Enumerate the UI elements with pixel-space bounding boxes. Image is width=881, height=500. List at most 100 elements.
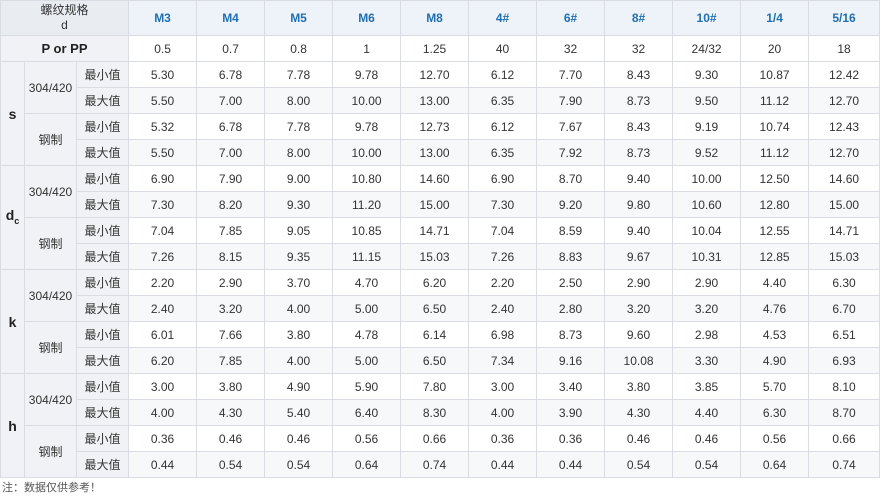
size-header: M6 (332, 0, 402, 36)
value-cell: 6.35 (468, 139, 538, 166)
value-cell: 2.50 (536, 269, 606, 296)
value-cell: 14.60 (808, 165, 881, 192)
size-header: 6# (536, 0, 606, 36)
value-cell: 10.80 (332, 165, 402, 192)
value-cell: 9.67 (604, 243, 674, 270)
value-cell: 4.00 (128, 399, 198, 426)
value-cell: 9.16 (536, 347, 606, 374)
material-label: 304/420 (24, 61, 77, 114)
value-cell: 6.14 (400, 321, 470, 348)
bound-label: 最小值 (75, 61, 130, 88)
size-header: M4 (196, 0, 266, 36)
value-cell: 3.80 (604, 373, 674, 400)
pitch-value: 18 (808, 35, 881, 62)
bound-label: 最大值 (75, 399, 130, 426)
value-cell: 3.00 (468, 373, 538, 400)
value-cell: 8.73 (536, 321, 606, 348)
value-cell: 6.98 (468, 321, 538, 348)
value-cell: 9.30 (672, 61, 742, 88)
value-cell: 3.80 (196, 373, 266, 400)
bound-label: 最大值 (75, 243, 130, 270)
value-cell: 10.74 (740, 113, 810, 140)
pitch-value: 1.25 (400, 35, 470, 62)
size-header: 10# (672, 0, 742, 36)
value-cell: 8.00 (264, 87, 334, 114)
value-cell: 15.03 (808, 243, 881, 270)
value-cell: 2.20 (128, 269, 198, 296)
value-cell: 12.42 (808, 61, 881, 88)
value-cell: 9.40 (604, 165, 674, 192)
value-cell: 8.70 (536, 165, 606, 192)
value-cell: 7.00 (196, 139, 266, 166)
value-cell: 6.51 (808, 321, 881, 348)
pitch-value: 40 (468, 35, 538, 62)
table-row: 最大值 5.50 7.00 8.00 10.00 13.00 6.35 7.92 8.73 9.5… (1, 139, 881, 166)
value-cell: 8.00 (264, 139, 334, 166)
value-cell: 13.00 (400, 139, 470, 166)
value-cell: 6.30 (808, 269, 881, 296)
value-cell: 15.00 (808, 191, 881, 218)
pitch-label: P or PP (0, 35, 130, 62)
value-cell: 2.80 (536, 295, 606, 322)
value-cell: 8.43 (604, 113, 674, 140)
value-cell: 6.20 (128, 347, 198, 374)
table-row: 最大值 5.50 7.00 8.00 10.00 13.00 6.35 7.90 8.73 9.5… (1, 87, 881, 114)
table-row: 钢制 最小值 6.01 7.66 3.80 4.78 6.14 6.98 8.73 9.60 2.9… (1, 321, 881, 374)
value-cell: 2.40 (468, 295, 538, 322)
value-cell: 0.54 (196, 451, 266, 478)
value-cell: 3.80 (264, 321, 334, 348)
value-cell: 0.36 (468, 425, 538, 452)
value-cell: 6.50 (400, 295, 470, 322)
value-cell: 0.64 (332, 451, 402, 478)
value-cell: 10.31 (672, 243, 742, 270)
value-cell: 12.70 (400, 61, 470, 88)
value-cell: 4.90 (264, 373, 334, 400)
size-header: 8# (604, 0, 674, 36)
value-cell: 5.70 (740, 373, 810, 400)
value-cell: 10.60 (672, 191, 742, 218)
value-cell: 4.30 (196, 399, 266, 426)
value-cell: 9.00 (264, 165, 334, 192)
value-cell: 12.73 (400, 113, 470, 140)
value-cell: 7.70 (536, 61, 606, 88)
bound-label: 最大值 (75, 191, 130, 218)
material-label: 304/420 (24, 373, 77, 426)
value-cell: 11.12 (740, 139, 810, 166)
param-symbol: k (8, 313, 17, 330)
value-cell: 9.52 (672, 139, 742, 166)
value-cell: 7.30 (128, 191, 198, 218)
value-cell: 5.50 (128, 139, 198, 166)
value-cell: 14.71 (808, 217, 881, 244)
value-cell: 10.00 (672, 165, 742, 192)
value-cell: 4.40 (740, 269, 810, 296)
value-cell: 0.44 (468, 451, 538, 478)
bound-label: 最小值 (75, 425, 130, 452)
param-symbol: d (5, 206, 15, 223)
value-cell: 7.85 (196, 217, 266, 244)
value-cell: 5.90 (332, 373, 402, 400)
value-cell: 5.00 (332, 347, 402, 374)
value-cell: 5.30 (128, 61, 198, 88)
value-cell: 8.83 (536, 243, 606, 270)
value-cell: 6.30 (740, 399, 810, 426)
table-row: 最大值 7.30 8.20 9.30 11.20 15.00 7.30 9.20 9.80 10.… (1, 191, 881, 218)
value-cell: 4.00 (264, 295, 334, 322)
value-cell: 7.04 (128, 217, 198, 244)
value-cell: 8.10 (808, 373, 881, 400)
table-row: 钢制 最小值 0.36 0.46 0.46 0.56 0.66 0.36 0.36 0.46 0.4… (1, 425, 881, 478)
material-label: 钢制 (24, 321, 77, 374)
pitch-value: 20 (740, 35, 810, 62)
param-symbol: h (8, 417, 17, 434)
value-cell: 8.20 (196, 191, 266, 218)
size-header: 1/4 (740, 0, 810, 36)
value-cell: 15.00 (400, 191, 470, 218)
value-cell: 7.90 (196, 165, 266, 192)
value-cell: 0.74 (808, 451, 881, 478)
value-cell: 6.90 (128, 165, 198, 192)
value-cell: 12.50 (740, 165, 810, 192)
value-cell: 7.30 (468, 191, 538, 218)
value-cell: 2.90 (672, 269, 742, 296)
value-cell: 7.90 (536, 87, 606, 114)
value-cell: 7.00 (196, 87, 266, 114)
pitch-value: 1 (332, 35, 402, 62)
